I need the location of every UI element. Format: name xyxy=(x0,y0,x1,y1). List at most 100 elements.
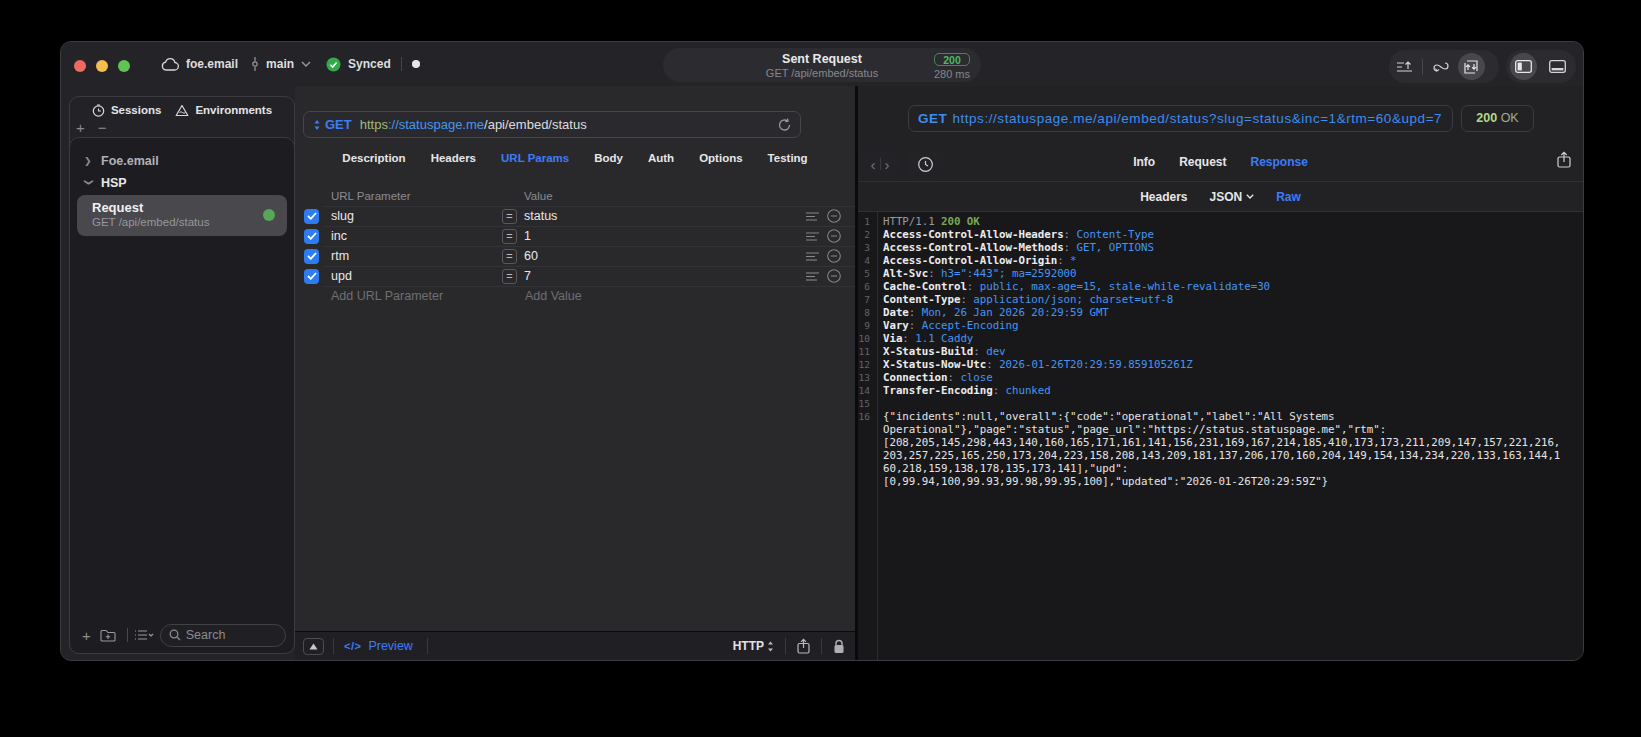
url-host: ://statuspage.me xyxy=(388,117,484,132)
zoom-window-button[interactable] xyxy=(118,60,130,72)
equals-icon: = xyxy=(502,269,517,284)
tab-info[interactable]: Info xyxy=(1133,155,1155,169)
param-row[interactable]: inc= 1 xyxy=(295,226,855,246)
tab-request[interactable]: Request xyxy=(1179,155,1226,169)
add-value-label[interactable]: Add Value xyxy=(525,289,582,303)
row-lines-icon[interactable] xyxy=(806,212,819,221)
chevron-down-icon[interactable]: ❯ xyxy=(84,179,94,188)
share-response-icon[interactable] xyxy=(1557,151,1571,168)
protocol-updown-icon[interactable] xyxy=(767,641,774,652)
request-editor-pane: GET https://statuspage.me/api/embed/stat… xyxy=(295,86,855,660)
code-line: 3Access-Control-Allow-Methods: GET, OPTI… xyxy=(858,241,1583,254)
param-add-row[interactable]: Add URL Parameter Add Value xyxy=(295,286,855,306)
tab-auth[interactable]: Auth xyxy=(648,152,674,164)
param-checkbox[interactable] xyxy=(304,229,319,244)
tree-item-label: HSP xyxy=(101,176,127,190)
response-status-badge: 200 OK xyxy=(1461,105,1534,132)
remove-request-button[interactable]: − xyxy=(98,123,107,135)
method-label[interactable]: GET xyxy=(325,117,352,132)
new-request-button[interactable]: + xyxy=(82,627,91,644)
param-value[interactable]: 60 xyxy=(524,249,806,263)
tree-item-foe-email[interactable]: ❯ Foe.email xyxy=(70,150,294,172)
equals-icon: = xyxy=(502,209,517,224)
request-list-item-selected[interactable]: Request GET /api/embed/status xyxy=(77,195,287,236)
tab-environments-label: Environments xyxy=(195,104,272,116)
tab-url-params[interactable]: URL Params xyxy=(501,152,569,164)
chevron-down-icon[interactable] xyxy=(301,61,311,67)
param-row[interactable]: rtm=60 xyxy=(295,246,855,266)
param-checkbox[interactable] xyxy=(304,209,319,224)
row-divider xyxy=(323,206,855,207)
collapse-panel-button[interactable] xyxy=(303,638,324,655)
lock-icon[interactable] xyxy=(833,639,845,654)
row-lines-icon[interactable] xyxy=(806,272,819,281)
tab-description[interactable]: Description xyxy=(342,152,405,164)
row-lines-icon[interactable] xyxy=(806,252,819,261)
param-key[interactable]: upd xyxy=(331,269,502,283)
subtab-json[interactable]: JSON xyxy=(1210,190,1255,204)
sync-loop-icon[interactable] xyxy=(1426,60,1456,74)
tab-response[interactable]: Response xyxy=(1250,155,1307,169)
remove-param-icon[interactable] xyxy=(827,249,841,263)
row-divider xyxy=(323,246,855,247)
export-icon[interactable] xyxy=(1389,60,1419,74)
param-table: URL Parameter Value slug=statusinc=1rtm=… xyxy=(295,190,855,306)
refresh-icon[interactable] xyxy=(778,118,791,132)
param-value[interactable]: 7 xyxy=(524,269,806,283)
tab-body[interactable]: Body xyxy=(594,152,623,164)
chevron-right-icon[interactable]: ❯ xyxy=(84,156,93,166)
column-header-value: Value xyxy=(524,190,553,206)
sort-list-icon[interactable] xyxy=(134,629,154,641)
add-url-parameter-label[interactable]: Add URL Parameter xyxy=(331,289,503,303)
add-request-button[interactable]: + xyxy=(76,123,85,135)
response-raw-view[interactable]: 1HTTP/1.1 200 OK2Access-Control-Allow-He… xyxy=(858,212,1583,660)
protocol-selector[interactable]: HTTP xyxy=(733,639,764,653)
param-checkbox[interactable] xyxy=(304,269,319,284)
remove-param-icon[interactable] xyxy=(827,269,841,283)
remove-param-icon[interactable] xyxy=(827,209,841,223)
param-key[interactable]: inc xyxy=(331,229,502,243)
subtab-headers[interactable]: Headers xyxy=(1140,190,1187,204)
tab-environments[interactable]: Environments xyxy=(175,104,272,117)
row-lines-icon[interactable] xyxy=(806,232,819,241)
preview-button[interactable]: Preview xyxy=(368,639,412,653)
param-key[interactable]: slug xyxy=(331,209,502,223)
share-icon[interactable] xyxy=(797,638,810,654)
cloud-icon xyxy=(161,58,179,71)
request-status-pill[interactable]: Sent Request GET /api/embed/status 200 2… xyxy=(663,48,981,82)
close-window-button[interactable] xyxy=(74,60,86,72)
param-key[interactable]: rtm xyxy=(331,249,502,263)
branch-name[interactable]: main xyxy=(266,57,294,71)
status-code-badge: 200 xyxy=(934,53,970,66)
tree-item-label: Foe.email xyxy=(101,154,159,168)
search-input[interactable]: Search xyxy=(160,624,286,647)
param-row[interactable]: upd= 7 xyxy=(295,266,855,286)
tab-options[interactable]: Options xyxy=(699,152,742,164)
param-value[interactable]: status xyxy=(524,209,806,223)
tab-sessions[interactable]: Sessions xyxy=(92,104,162,117)
tree-item-hsp[interactable]: ❯ HSP xyxy=(70,172,294,194)
toggle-sidebar-icon[interactable] xyxy=(1510,53,1537,80)
url-input[interactable]: GET https://statuspage.me/api/embed/stat… xyxy=(303,111,801,138)
sent-request-url[interactable]: GEThttps://statuspage.me/api/embed/statu… xyxy=(908,105,1453,132)
code-line: [208,205,145,298,443,140,160,165,171,161… xyxy=(858,436,1583,449)
remove-param-icon[interactable] xyxy=(827,229,841,243)
code-line: 9Vary: Accept-Encoding xyxy=(858,319,1583,332)
method-selector-icon[interactable] xyxy=(313,119,321,131)
tab-testing[interactable]: Testing xyxy=(768,152,808,164)
new-folder-icon[interactable] xyxy=(100,629,116,642)
minimize-window-button[interactable] xyxy=(96,60,108,72)
param-checkbox[interactable] xyxy=(304,249,319,264)
subtab-raw[interactable]: Raw xyxy=(1276,190,1301,204)
code-line: 2Access-Control-Allow-Headers: Content-T… xyxy=(858,228,1583,241)
project-name[interactable]: foe.email xyxy=(186,57,238,71)
environments-icon xyxy=(175,104,189,117)
equals-icon: = xyxy=(502,229,517,244)
unsaved-dot xyxy=(412,60,420,68)
toggle-bottom-panel-icon[interactable] xyxy=(1541,60,1574,73)
tab-headers[interactable]: Headers xyxy=(431,152,476,164)
param-row[interactable]: slug= status xyxy=(295,206,855,226)
param-value[interactable]: 1 xyxy=(524,229,806,243)
send-receive-icon[interactable] xyxy=(1458,53,1485,80)
branch-icon xyxy=(251,57,259,71)
